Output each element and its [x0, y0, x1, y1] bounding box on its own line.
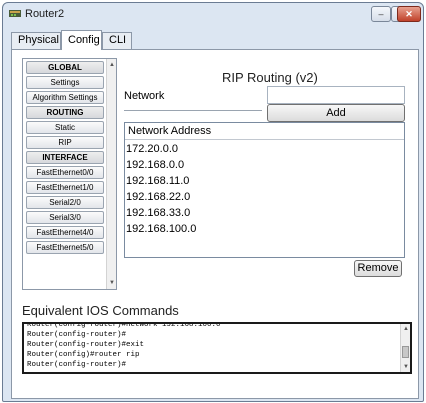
config-panel: GLOBAL Settings Algorithm Settings ROUTI… — [11, 49, 419, 399]
list-item[interactable]: 192.168.0.0 — [126, 158, 184, 173]
minimize-button[interactable]: – — [371, 6, 391, 22]
config-sidebar: GLOBAL Settings Algorithm Settings ROUTI… — [22, 58, 117, 290]
window-title: Router2 — [25, 8, 65, 20]
sidebar-item-serial3-0[interactable]: Serial3/0 — [26, 211, 104, 224]
ios-commands-title: Equivalent IOS Commands — [22, 303, 179, 318]
sidebar-item-settings[interactable]: Settings — [26, 76, 104, 89]
console-line: Router(config)#router rip — [27, 351, 140, 359]
console-line: Router(config-router)# — [27, 331, 127, 339]
console-line: Router(config-router)# — [27, 361, 127, 369]
sidebar-scrollbar[interactable]: ▲ ▼ — [106, 59, 116, 289]
sidebar-item-fastethernet4-0[interactable]: FastEthernet4/0 — [26, 226, 104, 239]
console-line: Router(config-router)#network 192.168.10… — [27, 322, 221, 329]
sidebar-item-fastethernet1-0[interactable]: FastEthernet1/0 — [26, 181, 104, 194]
list-item[interactable]: 192.168.22.0 — [126, 190, 190, 205]
sidebar-item-algorithm-settings[interactable]: Algorithm Settings — [26, 91, 104, 104]
router-app-icon — [9, 10, 21, 17]
sidebar-header-global: GLOBAL — [26, 61, 104, 74]
rip-heading: RIP Routing (v2) — [222, 70, 318, 85]
network-address-list[interactable]: Network Address 172.20.0.0 192.168.0.0 1… — [124, 122, 405, 258]
console-scrollbar[interactable]: ▲ ▼ — [400, 324, 410, 372]
scroll-up-arrow-icon[interactable]: ▲ — [108, 61, 116, 69]
router-window: Router2 – □ ✕ Physical Config CLI GLOBAL… — [2, 2, 424, 402]
add-button[interactable]: Add — [267, 104, 405, 122]
sidebar-item-static[interactable]: Static — [26, 121, 104, 134]
tab-cli[interactable]: CLI — [102, 32, 132, 49]
scroll-down-arrow-icon[interactable]: ▼ — [108, 279, 116, 287]
list-item[interactable]: 192.168.100.0 — [126, 222, 196, 237]
list-item[interactable]: 192.168.33.0 — [126, 206, 190, 221]
sidebar-header-routing: ROUTING — [26, 106, 104, 119]
list-header: Network Address — [125, 123, 404, 140]
sidebar-header-interface: INTERFACE — [26, 151, 104, 164]
tab-config[interactable]: Config — [61, 30, 102, 50]
ios-commands-console[interactable]: Router(config-router)#network 192.168.10… — [22, 322, 412, 374]
close-button[interactable]: ✕ — [397, 6, 421, 22]
console-scroll-thumb[interactable] — [402, 346, 409, 358]
console-scroll-up-icon[interactable]: ▲ — [402, 325, 410, 333]
console-scroll-down-icon[interactable]: ▼ — [402, 363, 410, 371]
network-label-divider — [124, 110, 262, 111]
console-line: Router(config-router)#exit — [27, 341, 145, 349]
network-input[interactable] — [267, 86, 405, 104]
remove-button[interactable]: Remove — [354, 260, 402, 277]
sidebar-item-fastethernet5-0[interactable]: FastEthernet5/0 — [26, 241, 104, 254]
list-item[interactable]: 192.168.11.0 — [126, 174, 189, 189]
network-label: Network — [124, 90, 165, 102]
sidebar-item-rip[interactable]: RIP — [26, 136, 104, 149]
sidebar-item-serial2-0[interactable]: Serial2/0 — [26, 196, 104, 209]
sidebar-item-fastethernet0-0[interactable]: FastEthernet0/0 — [26, 166, 104, 179]
title-bar[interactable]: Router2 – □ ✕ — [3, 3, 423, 25]
list-item[interactable]: 172.20.0.0 — [126, 142, 178, 157]
tab-physical[interactable]: Physical — [11, 32, 61, 49]
